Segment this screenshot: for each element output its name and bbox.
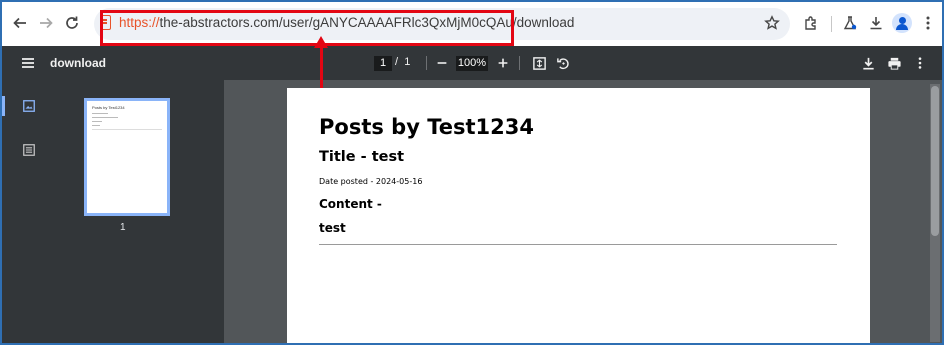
downloads-icon[interactable] — [864, 10, 888, 36]
thumbnail-rule — [92, 129, 162, 130]
page-number-input[interactable]: 1 — [374, 56, 392, 71]
back-arrow-icon[interactable] — [8, 10, 32, 36]
print-icon[interactable] — [883, 52, 905, 74]
toolbar-divider — [519, 56, 520, 70]
thumbnail-title: Posts by Test1234 — [92, 105, 125, 110]
more-actions-kebab-icon[interactable] — [909, 52, 931, 74]
toolbar-divider — [831, 16, 832, 32]
content-label: Content - — [319, 197, 382, 211]
sidebar-active-indicator — [2, 96, 5, 116]
annotation-arrow-shaft — [320, 46, 323, 88]
post-date: Date posted - 2024-05-16 — [319, 177, 423, 186]
bookmark-star-icon[interactable] — [760, 10, 784, 36]
zoom-out-minus-icon[interactable] — [431, 52, 453, 74]
scrollbar-thumb[interactable] — [931, 86, 939, 236]
url-highlight-box — [100, 10, 514, 46]
pdf-file-title: download — [50, 56, 106, 70]
chrome-menu-kebab-icon[interactable] — [916, 10, 940, 36]
profile-avatar-icon[interactable] — [892, 13, 912, 33]
post-title: Title - test — [319, 149, 405, 165]
fit-to-page-icon[interactable] — [528, 52, 550, 74]
thumbnails-view-icon[interactable] — [20, 97, 38, 115]
reload-icon[interactable] — [60, 10, 84, 36]
page-separator: / — [395, 56, 399, 68]
thumbnail-line — [92, 117, 118, 118]
hamburger-menu-icon[interactable] — [17, 52, 39, 74]
content-body: test — [319, 221, 346, 235]
document-outline-icon[interactable] — [20, 141, 38, 159]
pdf-viewer-toolbar: download 1 / 1 100% — [2, 46, 942, 80]
extensions-puzzle-icon[interactable] — [799, 10, 823, 36]
page-thumbnail[interactable]: Posts by Test1234 — [84, 98, 170, 216]
download-icon[interactable] — [857, 52, 879, 74]
labs-flask-icon[interactable] — [838, 10, 862, 36]
page-count: / 1 — [395, 56, 410, 68]
pdf-page: Posts by Test1234 Title - test Date post… — [287, 88, 870, 343]
forward-arrow-icon[interactable] — [34, 10, 58, 36]
zoom-in-plus-icon[interactable] — [492, 52, 514, 74]
screenshot-frame: https://the-abstractors.com/user/gANYCAA… — [0, 0, 944, 345]
document-heading: Posts by Test1234 — [319, 115, 534, 139]
thumbnail-line — [92, 121, 102, 122]
zoom-level-input[interactable]: 100% — [456, 56, 488, 71]
post-divider — [319, 244, 837, 245]
thumbnail-page-number: 1 — [120, 222, 126, 233]
rotate-icon[interactable] — [552, 52, 574, 74]
total-pages: 1 — [404, 56, 411, 68]
thumbnail-line — [92, 113, 108, 114]
toolbar-divider — [426, 56, 427, 70]
thumbnail-line — [92, 125, 100, 126]
